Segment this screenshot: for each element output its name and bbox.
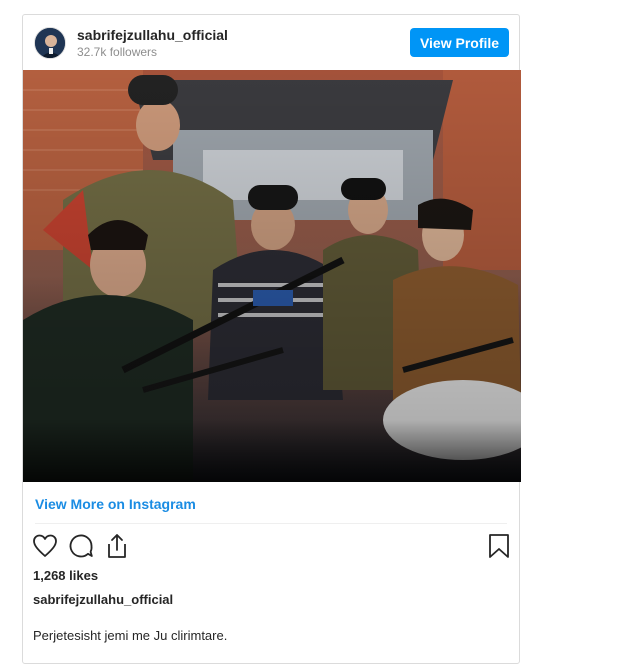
profile-username[interactable]: sabrifejzullahu_official [77,27,228,43]
caption-text: Perjetesisht jemi me Ju clirimtare. [33,628,228,643]
view-profile-button[interactable]: View Profile [410,28,509,57]
like-count[interactable]: 1,268 likes [33,568,98,583]
follower-count: 32.7k followers [77,45,158,59]
action-bar [23,530,519,564]
avatar[interactable] [34,27,66,59]
caption-username[interactable]: sabrifejzullahu_official [33,592,173,607]
comment-icon[interactable] [67,532,95,560]
post-photo[interactable] [23,70,521,482]
view-more-link[interactable]: View More on Instagram [35,496,196,512]
heart-icon[interactable] [31,532,59,560]
bookmark-icon[interactable] [485,532,513,560]
share-icon[interactable] [103,532,131,560]
instagram-embed-card: sabrifejzullahu_official 32.7k followers… [22,14,521,664]
divider [35,523,507,524]
post-header: sabrifejzullahu_official 32.7k followers… [23,15,519,71]
